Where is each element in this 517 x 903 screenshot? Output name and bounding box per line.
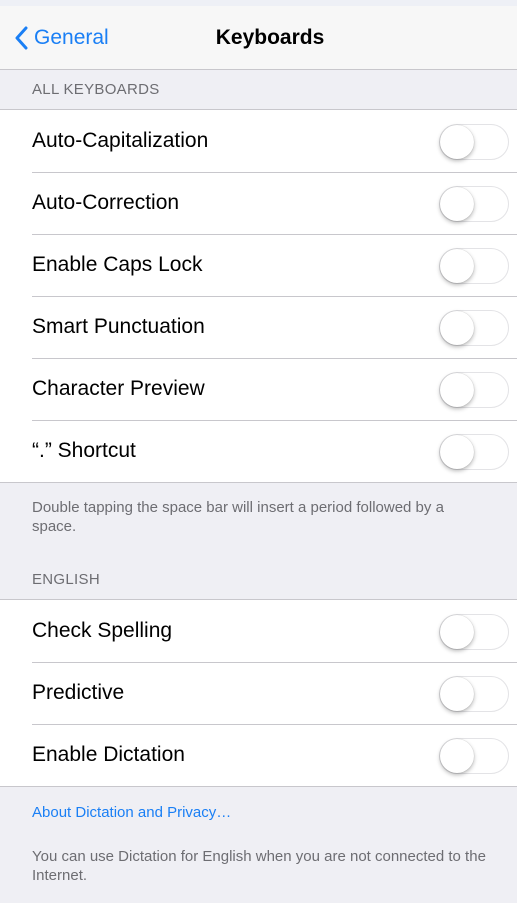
setting-label: Check Spelling [32,619,173,642]
english-group: Check Spelling Predictive Enable Dictati… [0,599,517,787]
section-header-all-keyboards: ALL KEYBOARDS [32,81,160,98]
enable-dictation-toggle[interactable] [439,738,509,774]
toggle-knob [440,311,474,345]
setting-row-auto-capitalization: Auto-Capitalization [0,110,517,172]
setting-label: Auto-Correction [32,191,180,214]
toggle-knob [440,125,474,159]
toggle-knob [440,435,474,469]
setting-label: Smart Punctuation [32,315,205,338]
setting-label: Enable Dictation [32,743,185,766]
navigation-bar: General Keyboards [0,6,517,70]
toggle-knob [440,373,474,407]
auto-correction-toggle[interactable] [439,186,509,222]
setting-row-period-shortcut: “.” Shortcut [0,420,517,482]
setting-row-character-preview: Character Preview [0,358,517,420]
toggle-knob [440,249,474,283]
setting-label: Enable Caps Lock [32,253,203,276]
setting-row-auto-correction: Auto-Correction [0,172,517,234]
setting-label: “.” Shortcut [32,439,136,462]
section-header-english: ENGLISH [32,571,100,588]
toggle-knob [440,677,474,711]
setting-label: Auto-Capitalization [32,129,209,152]
dictation-footer-note: You can use Dictation for English when y… [32,848,486,884]
auto-capitalization-toggle[interactable] [439,124,509,160]
check-spelling-toggle[interactable] [439,614,509,650]
setting-row-enable-caps-lock: Enable Caps Lock [0,234,517,296]
about-dictation-privacy-link[interactable]: About Dictation and Privacy… [32,804,231,821]
shortcut-footer-note: Double tapping the space bar will insert… [32,499,444,535]
period-shortcut-toggle[interactable] [439,434,509,470]
setting-row-enable-dictation: Enable Dictation [0,724,517,786]
back-label: General [34,26,109,49]
all-keyboards-group: Auto-Capitalization Auto-Correction Enab… [0,109,517,483]
toggle-knob [440,615,474,649]
page-title: Keyboards [215,26,325,49]
toggle-knob [440,739,474,773]
predictive-toggle[interactable] [439,676,509,712]
back-button[interactable]: General [14,22,109,54]
setting-row-predictive: Predictive [0,662,517,724]
setting-row-smart-punctuation: Smart Punctuation [0,296,517,358]
setting-label: Character Preview [32,377,205,400]
enable-caps-lock-toggle[interactable] [439,248,509,284]
chevron-left-icon [15,26,28,50]
setting-row-check-spelling: Check Spelling [0,600,517,662]
setting-label: Predictive [32,681,125,704]
toggle-knob [440,187,474,221]
character-preview-toggle[interactable] [439,372,509,408]
smart-punctuation-toggle[interactable] [439,310,509,346]
